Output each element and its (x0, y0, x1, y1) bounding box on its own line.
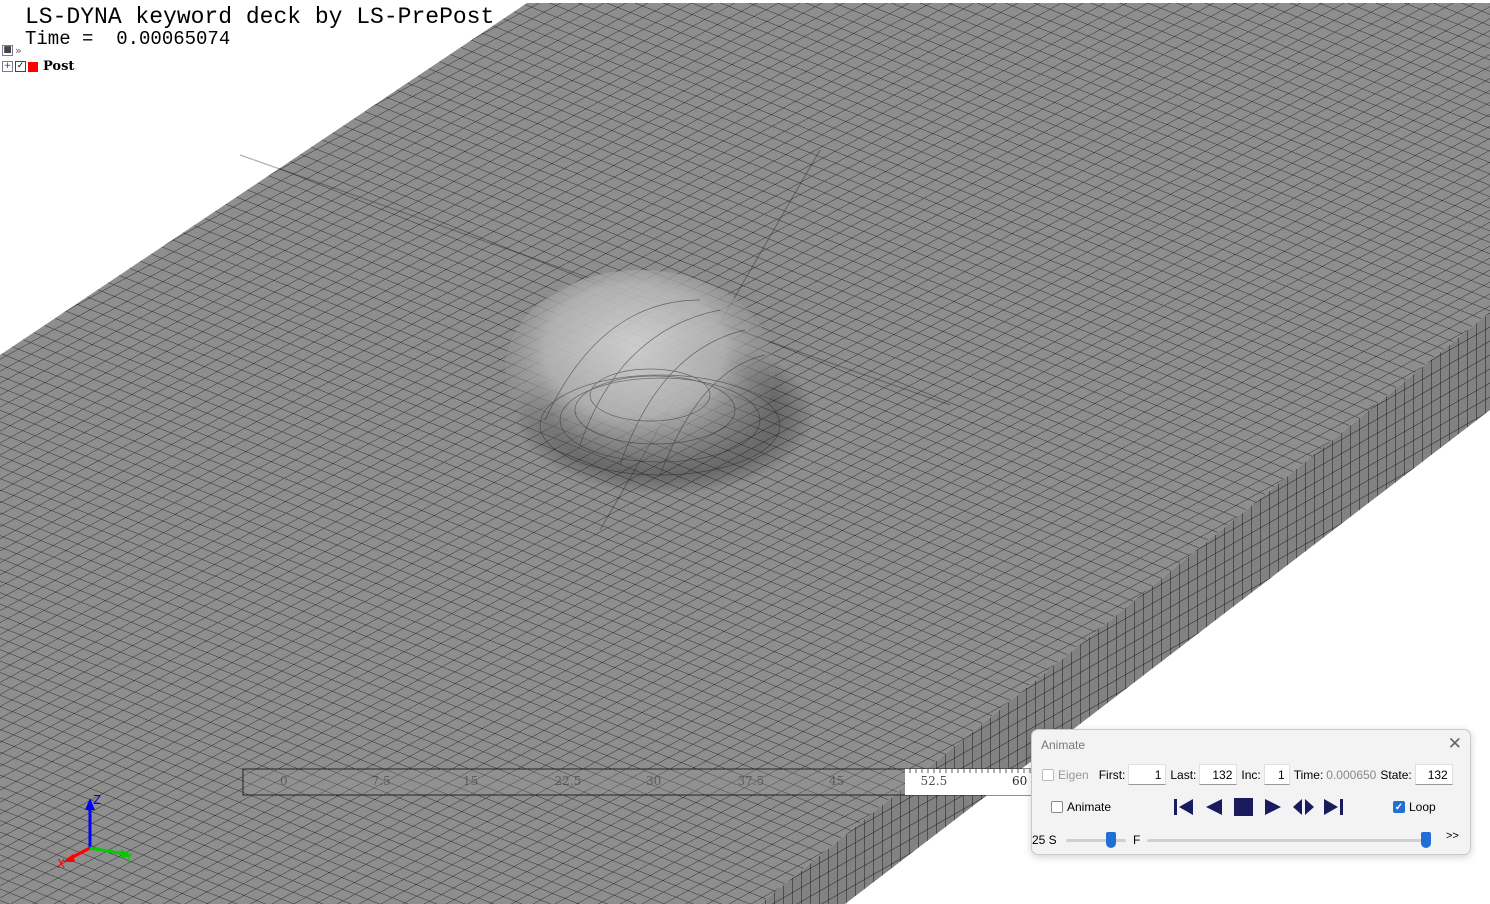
loop-checkbox[interactable]: ✓ (1393, 801, 1405, 813)
ruler-tick-label: 52.5 (920, 774, 948, 788)
time-value: 0.000650 (1326, 767, 1377, 782)
frame-label: F (1133, 833, 1141, 847)
last-label: Last: (1170, 767, 1197, 782)
ruler-tick-label: 22.5 (554, 774, 582, 788)
time-label: Time: (1293, 767, 1324, 782)
part-color-swatch (28, 61, 38, 72)
part-visibility-checkbox[interactable]: ✓ (15, 61, 26, 72)
tree-root-row[interactable]: ■ » (2, 44, 22, 57)
eigen-label: Eigen (1058, 767, 1089, 782)
deck-title: LS-DYNA keyword deck by LS-PrePost (25, 4, 495, 30)
axis-triad: Z X Y (57, 793, 133, 870)
playback-row: Animate ✓ Loop (1051, 796, 1461, 818)
double-chevron-icon[interactable]: » (15, 44, 22, 57)
ruler-tick-label: 60 (1012, 774, 1028, 788)
y-axis-line (89, 846, 126, 856)
animate-checkbox[interactable] (1051, 801, 1063, 813)
more-button[interactable]: >> (1446, 830, 1459, 842)
animate-dialog[interactable]: Animate ✕ Eigen First: 1 Last: 132 Inc: … (1031, 729, 1471, 855)
dialog-title: Animate (1041, 738, 1086, 752)
ruler-tick-label: 7.5 (371, 774, 391, 788)
range-row: Eigen First: 1 Last: 132 Inc: 1 Time: 0.… (1042, 764, 1457, 785)
part-label: Post (43, 59, 75, 74)
first-label: First: (1098, 767, 1126, 782)
ruler-tick-label: 15 (463, 774, 479, 788)
loop-label: Loop (1409, 800, 1436, 814)
frame-slider-track[interactable] (1147, 839, 1431, 842)
animate-label: Animate (1067, 800, 1112, 814)
measurement-ruler (242, 768, 1034, 796)
last-frame-button[interactable] (1321, 796, 1346, 818)
inc-field[interactable]: 1 (1263, 764, 1290, 785)
ruler-tick-label: 30 (646, 774, 662, 788)
frame-slider-thumb[interactable] (1421, 832, 1431, 848)
ruler-tick-label: 45 (829, 774, 845, 788)
play-bounce-button[interactable] (1291, 796, 1316, 818)
last-field[interactable]: 132 (1199, 764, 1238, 785)
expand-icon[interactable]: + (2, 61, 13, 72)
stop-button[interactable] (1231, 796, 1256, 818)
inc-label: Inc: (1241, 767, 1261, 782)
tree-part-row[interactable]: + ✓ Post (2, 59, 74, 74)
play-forward-button[interactable] (1261, 796, 1286, 818)
first-frame-button[interactable] (1171, 796, 1196, 818)
y-axis-label: Y (124, 851, 133, 865)
ruler-tick-label: 37.5 (737, 774, 765, 788)
eigen-checkbox[interactable] (1042, 768, 1054, 781)
speed-slider-track[interactable] (1066, 839, 1126, 842)
z-axis-label: Z (93, 793, 101, 807)
close-icon[interactable]: ✕ (1448, 734, 1462, 754)
state-field[interactable]: 132 (1414, 764, 1453, 785)
state-label: State: (1380, 767, 1412, 782)
speed-label: 25 S (1032, 833, 1057, 847)
ruler-tick-label: 0 (280, 774, 288, 788)
play-backward-button[interactable] (1201, 796, 1226, 818)
x-axis-label: X (57, 857, 65, 870)
speed-slider-thumb[interactable] (1106, 832, 1116, 848)
time-readout: Time = 0.00065074 (25, 28, 231, 50)
collapse-icon[interactable]: ■ (2, 45, 13, 56)
first-field[interactable]: 1 (1128, 764, 1167, 785)
